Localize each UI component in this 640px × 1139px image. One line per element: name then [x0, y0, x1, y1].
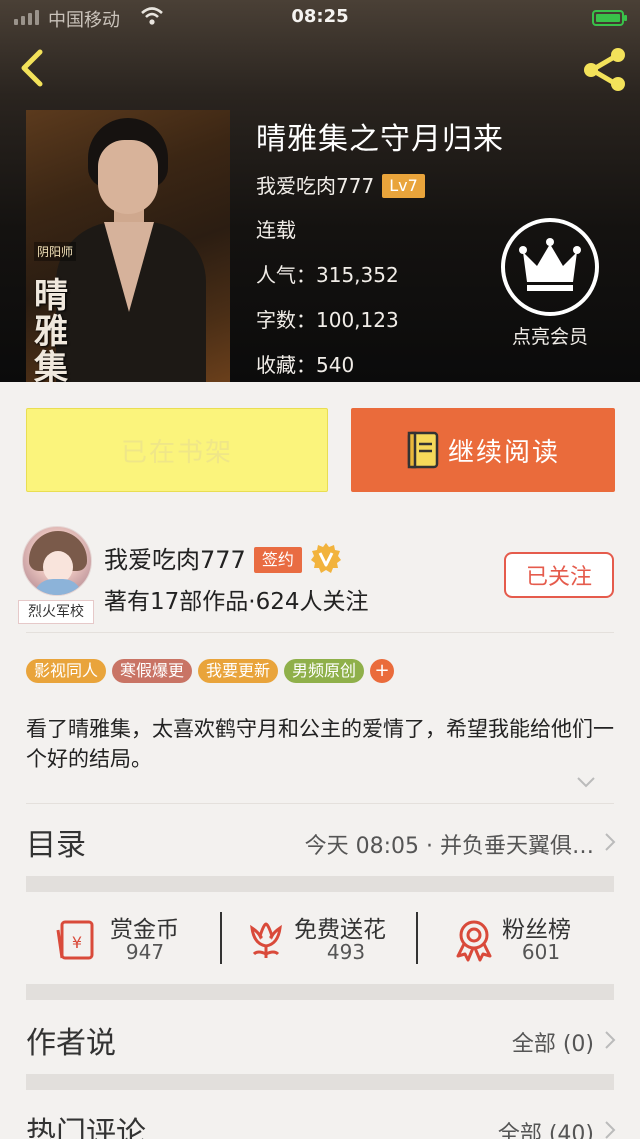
- author-stats: 著有17部作品·624人关注: [104, 589, 369, 615]
- svg-text:¥: ¥: [72, 933, 82, 952]
- avatar-tag: 烈火军校: [18, 600, 94, 624]
- red-envelope-icon: ¥: [56, 920, 94, 960]
- latest-chapter: 今天 08:05 · 并负垂天翼俱…: [304, 834, 594, 859]
- divider: [416, 912, 418, 964]
- tag-winter-update[interactable]: 寒假爆更: [112, 659, 193, 683]
- hot-comments-all: 全部 (40): [497, 1122, 594, 1139]
- section-separator: [26, 984, 614, 1000]
- section-separator: [26, 1074, 614, 1090]
- chevron-right-icon: [605, 833, 616, 851]
- author-says-title: 作者说: [26, 1026, 116, 1061]
- chevron-right-icon: [605, 1121, 616, 1139]
- vip-label: 点亮会员: [511, 326, 588, 348]
- divider: [26, 803, 614, 804]
- tag-list: 影视同人 寒假爆更 我要更新 男频原创 +: [26, 659, 395, 683]
- book-author[interactable]: 我爱吃肉777: [256, 174, 374, 198]
- status-bar: 中国移动 08:25: [0, 0, 640, 36]
- reward-fans[interactable]: 粉丝榜 601: [452, 898, 592, 988]
- divider: [220, 912, 222, 964]
- favorites-value: 540: [316, 353, 355, 377]
- level-badge: Lv7: [382, 174, 425, 198]
- ribbon-medal-icon: [456, 920, 492, 962]
- words-value: 100,123: [316, 308, 399, 332]
- hot-comments-title: 热门评论: [26, 1116, 146, 1139]
- catalog-title: 目录: [26, 828, 86, 863]
- section-separator: [26, 876, 614, 892]
- reward-flowers-value: 493: [326, 940, 366, 964]
- battery-icon: [592, 10, 627, 26]
- verified-v-icon: [310, 543, 341, 573]
- popularity-value: 315,352: [316, 263, 399, 287]
- flower-icon: [250, 922, 282, 958]
- favorites-label: 收藏：: [256, 353, 316, 377]
- reward-coins[interactable]: ¥ 赏金币 947: [54, 898, 214, 988]
- tag-film-fanfic[interactable]: 影视同人: [26, 659, 107, 683]
- book-title: 晴雅集之守月归来: [256, 122, 504, 157]
- author-says-row[interactable]: 作者说 全部 (0): [0, 1004, 640, 1074]
- chevron-right-icon: [605, 1031, 616, 1049]
- author-name[interactable]: 我爱吃肉777: [104, 546, 246, 574]
- author-card: 烈火军校 我爱吃肉777 签约 著有17部作品·624人关注 已关注: [0, 508, 640, 632]
- avatar[interactable]: [22, 526, 92, 596]
- words-label: 字数：: [256, 308, 316, 332]
- crown-icon: [501, 218, 599, 316]
- tag-male-original[interactable]: 男频原创: [284, 659, 365, 683]
- cover-title: 晴雅集: [34, 276, 68, 382]
- back-arrow-icon[interactable]: [12, 46, 56, 90]
- chevron-down-icon[interactable]: [576, 776, 596, 788]
- in-shelf-button[interactable]: 已在书架: [26, 408, 328, 492]
- rewards-bar: ¥ 赏金币 947 免费送花 493 粉丝榜 601: [0, 898, 640, 988]
- popularity-stat: 人气：315,352: [256, 259, 399, 288]
- continue-reading-button[interactable]: 继续阅读: [351, 408, 615, 492]
- author-says-all: 全部 (0): [511, 1032, 594, 1057]
- divider: [26, 632, 614, 633]
- reward-fans-label: 粉丝榜: [502, 917, 571, 943]
- add-tag-button[interactable]: +: [370, 659, 395, 683]
- share-icon[interactable]: [580, 44, 630, 94]
- vip-button[interactable]: 点亮会员: [500, 218, 600, 349]
- book-icon: [407, 431, 439, 469]
- author-name-line: 我爱吃肉777 签约: [104, 540, 342, 575]
- reward-flowers-label: 免费送花: [294, 917, 386, 943]
- popularity-label: 人气：: [256, 263, 316, 287]
- reward-flowers[interactable]: 免费送花 493: [244, 898, 414, 988]
- followed-button[interactable]: 已关注: [504, 552, 614, 598]
- reward-coins-value: 947: [125, 940, 165, 964]
- cover-brand: 阴阳师: [34, 242, 77, 261]
- word-count-stat: 字数：100,123: [256, 304, 399, 333]
- hot-comments-row[interactable]: 热门评论 全部 (40): [0, 1094, 640, 1139]
- signed-badge: 签约: [253, 547, 302, 573]
- favorites-stat: 收藏：540: [256, 349, 354, 378]
- clock: 08:25: [291, 6, 349, 27]
- book-author-line: 我爱吃肉777 Lv7: [256, 170, 425, 199]
- book-status: 连载: [256, 218, 296, 242]
- book-intro: 看了晴雅集，太喜欢鹤守月和公主的爱情了，希望我能给他们一个好的结局。: [26, 717, 614, 771]
- book-cover[interactable]: 阴阳师 晴雅集: [26, 110, 230, 382]
- book-header: 中国移动 08:25 阴阳师 晴雅集 晴雅集之守月归来 我爱吃肉777 Lv7 连…: [0, 0, 640, 382]
- reward-fans-value: 601: [521, 940, 561, 964]
- catalog-row[interactable]: 目录 今天 08:05 · 并负垂天翼俱…: [0, 806, 640, 876]
- tag-want-update[interactable]: 我要更新: [198, 659, 279, 683]
- reward-coins-label: 赏金币: [110, 917, 179, 943]
- continue-reading-label: 继续阅读: [447, 437, 560, 468]
